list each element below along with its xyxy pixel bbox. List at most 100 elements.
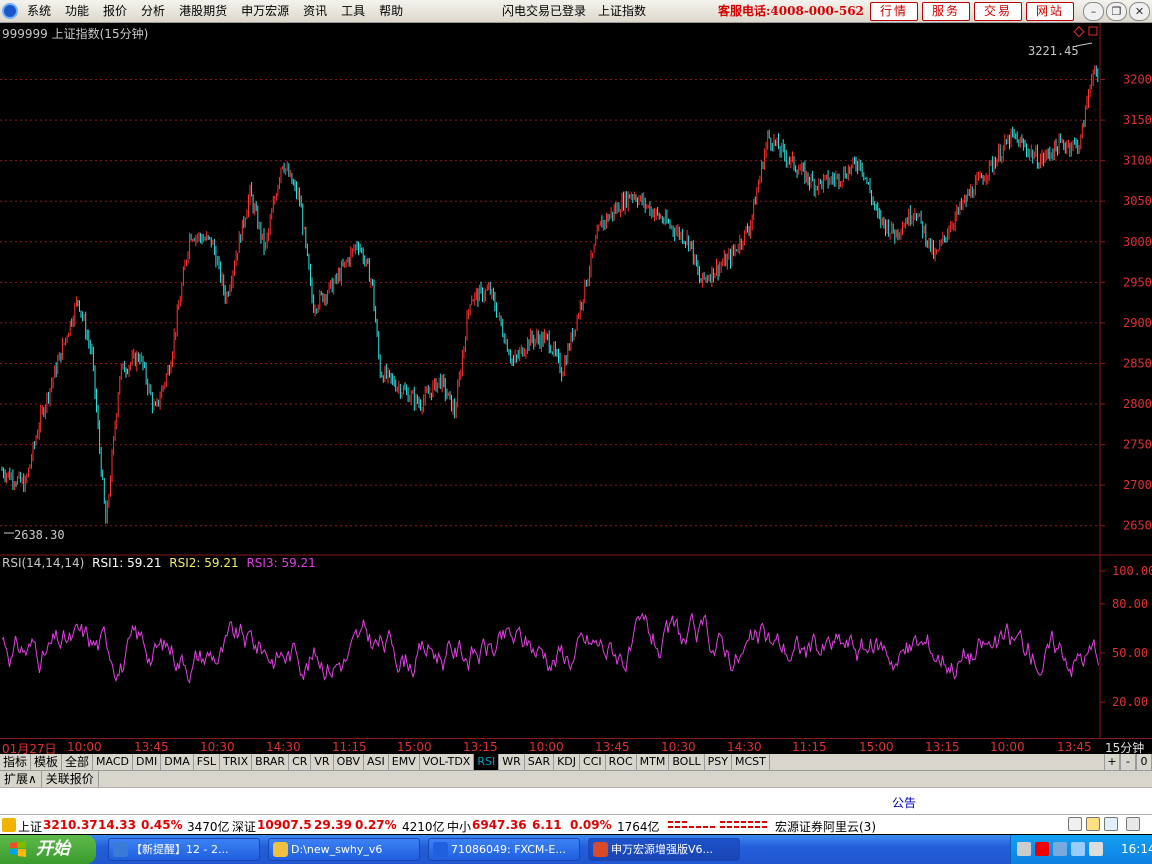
start-button[interactable]: 开始	[0, 835, 96, 864]
signal-icon[interactable]	[1104, 817, 1118, 831]
menu-item-5[interactable]: 申万宏源	[234, 0, 296, 23]
indicator-tab[interactable]: BRAR	[252, 754, 290, 770]
tab-control-0[interactable]: +	[1104, 754, 1120, 770]
indicator-tab[interactable]: WR	[499, 754, 525, 770]
time-axis-label: 10:00	[990, 740, 1025, 754]
minimize-icon[interactable]: –	[1083, 2, 1104, 21]
indicator-tab[interactable]: MTM	[637, 754, 670, 770]
sh-price: 3210.37	[43, 818, 98, 832]
time-axis-label: 13:45	[134, 740, 169, 754]
price-tick-label: 2800	[1123, 397, 1152, 411]
taskbar-item[interactable]: 申万宏源增强版V6...	[588, 838, 740, 861]
app-logo-icon[interactable]	[2, 3, 18, 19]
top-button-1[interactable]: 服务	[922, 2, 970, 21]
main-menu: 系统 功能 报价 分析 港股期货 申万宏源 资讯 工具 帮助	[20, 0, 410, 23]
menu-item-2[interactable]: 报价	[96, 0, 134, 23]
indicator-tab[interactable]: VR	[311, 754, 334, 770]
security-icon[interactable]	[1035, 842, 1049, 856]
indicator-tab[interactable]: CCI	[580, 754, 606, 770]
zx-name: 中小	[447, 820, 472, 834]
indicator-tab[interactable]: TRIX	[220, 754, 253, 770]
indicator-tab[interactable]: SAR	[525, 754, 555, 770]
menu-bar: 系统 功能 报价 分析 港股期货 申万宏源 资讯 工具 帮助 闪电交易已登录 上证指数 客服电话…	[0, 0, 1152, 23]
indicator-tab[interactable]: DMA	[161, 754, 194, 770]
sh-pct: 0.45%	[141, 818, 183, 832]
tab-control-2[interactable]: 0	[1136, 754, 1152, 770]
start-label: 开始	[36, 839, 70, 859]
top-button-2[interactable]: 交易	[974, 2, 1022, 21]
indicator-tab[interactable]: ASI	[364, 754, 389, 770]
time-axis: 15分钟 01月27日 10:00 13:45 10:30 14:30 11:15 15:0…	[0, 738, 1152, 756]
ticker-folder-icon[interactable]	[2, 818, 16, 832]
indicator-tab[interactable]: EMV	[389, 754, 420, 770]
chart-area[interactable]: 3200 3150 3100 3050 3000 2950 2900 2850 2800 2750…	[0, 23, 1152, 738]
rsi2-value: RSI2: 59.21	[169, 556, 239, 570]
taskbar-item[interactable]: D:\new_swhy_v6	[268, 838, 420, 861]
time-axis-label: 13:15	[925, 740, 960, 754]
time-axis-label: 14:30	[727, 740, 762, 754]
sz-pct: 0.27%	[355, 818, 397, 832]
taskbar-item-label: 71086049: FXCM-E...	[451, 843, 566, 856]
top-buttons: 行情 服务 交易 网站	[870, 2, 1074, 21]
indicator-tab[interactable]: MCST	[732, 754, 770, 770]
indicator-tab[interactable]: 模板	[31, 754, 63, 770]
sh-vol: 3470亿	[187, 820, 230, 834]
indicator-tab[interactable]: KDJ	[554, 754, 581, 770]
menu-item-8[interactable]: 帮助	[372, 0, 410, 23]
indicator-tab[interactable]: RSI	[474, 754, 500, 770]
zx-pct: 0.09%	[570, 818, 612, 832]
network-icon[interactable]	[1053, 842, 1067, 856]
lock-icon[interactable]	[1086, 817, 1100, 831]
marker-diamond	[1073, 26, 1085, 38]
settings-icon[interactable]	[1126, 817, 1140, 831]
indicator-tab[interactable]: MACD	[93, 754, 134, 770]
input-method-icon[interactable]	[1017, 842, 1031, 856]
restore-icon[interactable]: ❐	[1106, 2, 1127, 21]
system-tray: 16:14	[1010, 835, 1152, 864]
indicator-tab[interactable]: BOLL	[669, 754, 705, 770]
notice-link[interactable]: 公告	[892, 794, 916, 811]
kline-chart[interactable]: 3200 3150 3100 3050 3000 2950 2900 2850 2800 2750…	[0, 23, 1152, 738]
sz-change: 29.39	[314, 818, 352, 832]
indicator-tab[interactable]: DMI	[133, 754, 162, 770]
top-button-3[interactable]: 网站	[1026, 2, 1074, 21]
indicator-tab[interactable]: ROC	[606, 754, 637, 770]
time-axis-label: 10:00	[67, 740, 102, 754]
menu-item-7[interactable]: 工具	[334, 0, 372, 23]
menu-item-4[interactable]: 港股期货	[172, 0, 234, 23]
menu-item-1[interactable]: 功能	[58, 0, 96, 23]
indicator-tab[interactable]: PSY	[705, 754, 732, 770]
rsi3-line	[1, 612, 1099, 684]
price-tick-label: 2850	[1123, 356, 1152, 370]
sz-price: 10907.5	[257, 818, 312, 832]
volume-icon[interactable]	[1071, 842, 1085, 856]
bottom-tabs: 扩展∧ 关联报价	[0, 770, 1152, 787]
tray-app-icon[interactable]	[1089, 842, 1103, 856]
rsi-tick-label: 100.00	[1112, 564, 1152, 578]
server-name[interactable]: 宏源证券阿里云(3)	[775, 818, 876, 835]
service-hotline: 客服电话:4008-000-562	[718, 4, 864, 18]
rsi1-value: RSI1: 59.21	[92, 556, 162, 570]
taskbar-item[interactable]: 【新提醒】12 - 2...	[108, 838, 260, 861]
price-tick-label: 2750	[1123, 438, 1152, 452]
menu-item-3[interactable]: 分析	[134, 0, 172, 23]
bottom-tab-0[interactable]: 扩展∧	[0, 771, 42, 787]
menu-item-0[interactable]: 系统	[20, 0, 58, 23]
time-axis-label: 13:45	[1057, 740, 1092, 754]
indicator-tab[interactable]: 指标	[0, 754, 32, 770]
windows-flag-icon	[10, 841, 26, 857]
indicator-tab[interactable]: CR	[289, 754, 312, 770]
indicator-tab[interactable]: FSL	[194, 754, 220, 770]
menu-item-6[interactable]: 资讯	[296, 0, 334, 23]
zx-price: 6947.36	[472, 818, 527, 832]
top-button-0[interactable]: 行情	[870, 2, 918, 21]
bottom-tab-1[interactable]: 关联报价	[42, 771, 99, 787]
close-icon[interactable]: ✕	[1129, 2, 1150, 21]
indicator-tab[interactable]: VOL-TDX	[420, 754, 475, 770]
indicator-tab[interactable]: 全部	[62, 754, 94, 770]
tab-control-1[interactable]: -	[1120, 754, 1136, 770]
taskbar-item[interactable]: 71086049: FXCM-E...	[428, 838, 580, 861]
indicator-tab[interactable]: OBV	[334, 754, 364, 770]
layout-toggle-icon[interactable]	[1068, 817, 1082, 831]
zx-change: 6.11	[532, 818, 562, 832]
